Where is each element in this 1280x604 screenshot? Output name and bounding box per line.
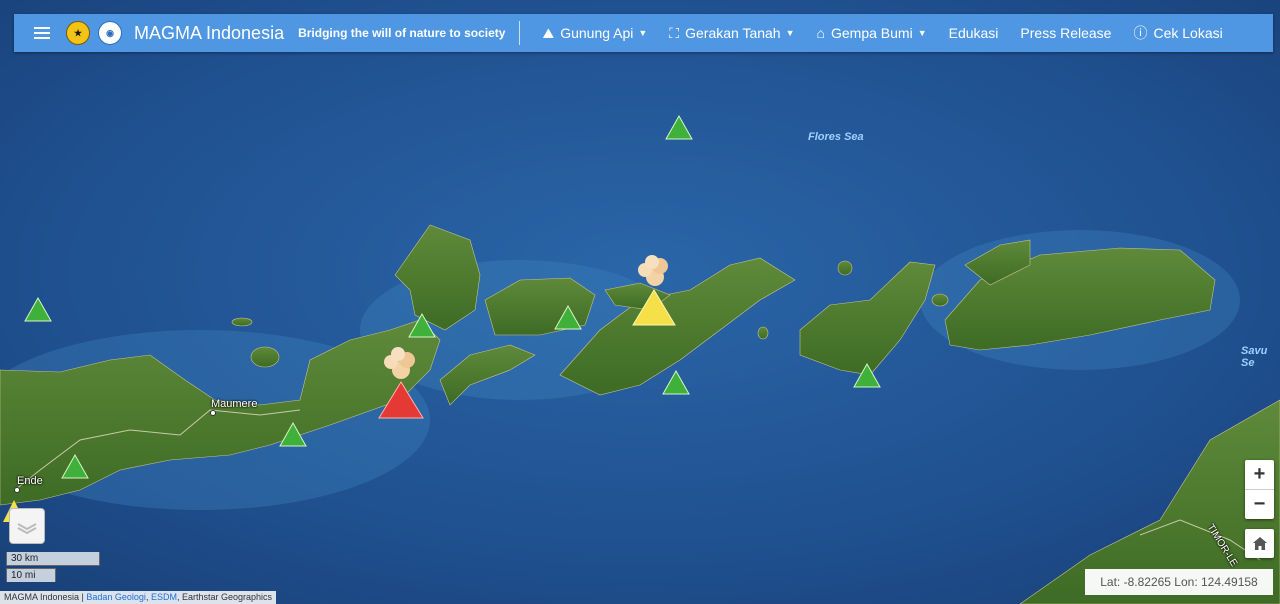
place-label-maumere: Maumere [211, 398, 258, 410]
nav-gempa-bumi[interactable]: ⌂ Gempa Bumi ▼ [817, 25, 927, 41]
zoom-control: + − [1245, 460, 1274, 519]
esdm-logo: ★ [66, 21, 90, 45]
nav-gunung-api[interactable]: ⛰ Gunung Api ▼ [542, 25, 647, 42]
menu-toggle-icon[interactable] [34, 24, 50, 42]
earthquake-icon: ⌂ [816, 25, 825, 41]
scale-bar: 30 km 10 mi [6, 552, 100, 582]
badan-geologi-logo: ◉ [98, 21, 122, 45]
nav-edukasi[interactable]: Edukasi [949, 25, 999, 41]
layers-button[interactable] [9, 508, 45, 544]
home-button[interactable] [1245, 529, 1274, 558]
top-navbar: ★ ◉ MAGMA Indonesia Bridging the will of… [14, 14, 1273, 52]
scale-km: 30 km [6, 552, 100, 566]
nav-cek-lokasi[interactable]: ⓘ Cek Lokasi [1133, 23, 1222, 43]
nav-gunung-api-label: Gunung Api [560, 25, 634, 41]
nav-press-release[interactable]: Press Release [1020, 25, 1111, 41]
sea-label-savu: Savu Se [1241, 345, 1268, 369]
nav-gerakan-tanah[interactable]: ⛶ Gerakan Tanah ▼ [669, 25, 794, 42]
coordinate-readout: Lat: -8.82265 Lon: 124.49158 [1085, 569, 1273, 595]
place-label-ende: Ende [17, 475, 43, 487]
nav-gempa-bumi-label: Gempa Bumi [830, 25, 913, 41]
zoom-out-button[interactable]: − [1245, 490, 1274, 519]
zoom-in-button[interactable]: + [1245, 460, 1274, 490]
navbar-divider [519, 21, 521, 45]
nav-edukasi-label: Edukasi [948, 25, 999, 41]
layers-icon [17, 523, 37, 535]
landslide-icon: ⛶ [669, 24, 680, 41]
map-attribution: MAGMA Indonesia | Badan Geologi, ESDM, E… [0, 591, 277, 604]
volcano-icon: ⛰ [542, 24, 555, 41]
nav-gerakan-tanah-label: Gerakan Tanah [685, 25, 781, 41]
info-icon: ⓘ [1133, 25, 1148, 41]
scale-mi: 10 mi [6, 568, 56, 582]
brand-title[interactable]: MAGMA Indonesia [134, 23, 284, 44]
attribution-prefix: MAGMA Indonesia | [4, 592, 87, 602]
caret-down-icon: ▼ [785, 28, 795, 38]
attribution-suffix: , Earthstar Geographics [176, 592, 273, 602]
nav-cek-lokasi-label: Cek Lokasi [1153, 25, 1223, 41]
sea-label-flores: Flores Sea [808, 131, 864, 143]
badan-geologi-link[interactable]: Badan Geologi [86, 592, 146, 602]
satellite-map[interactable] [0, 0, 1280, 604]
caret-down-icon: ▼ [917, 28, 927, 38]
caret-down-icon: ▼ [638, 28, 648, 38]
nav-press-release-label: Press Release [1020, 25, 1112, 41]
home-icon [1252, 537, 1267, 550]
esdm-link[interactable]: ESDM [151, 592, 177, 602]
brand-tagline: Bridging the will of nature to society [298, 26, 506, 40]
